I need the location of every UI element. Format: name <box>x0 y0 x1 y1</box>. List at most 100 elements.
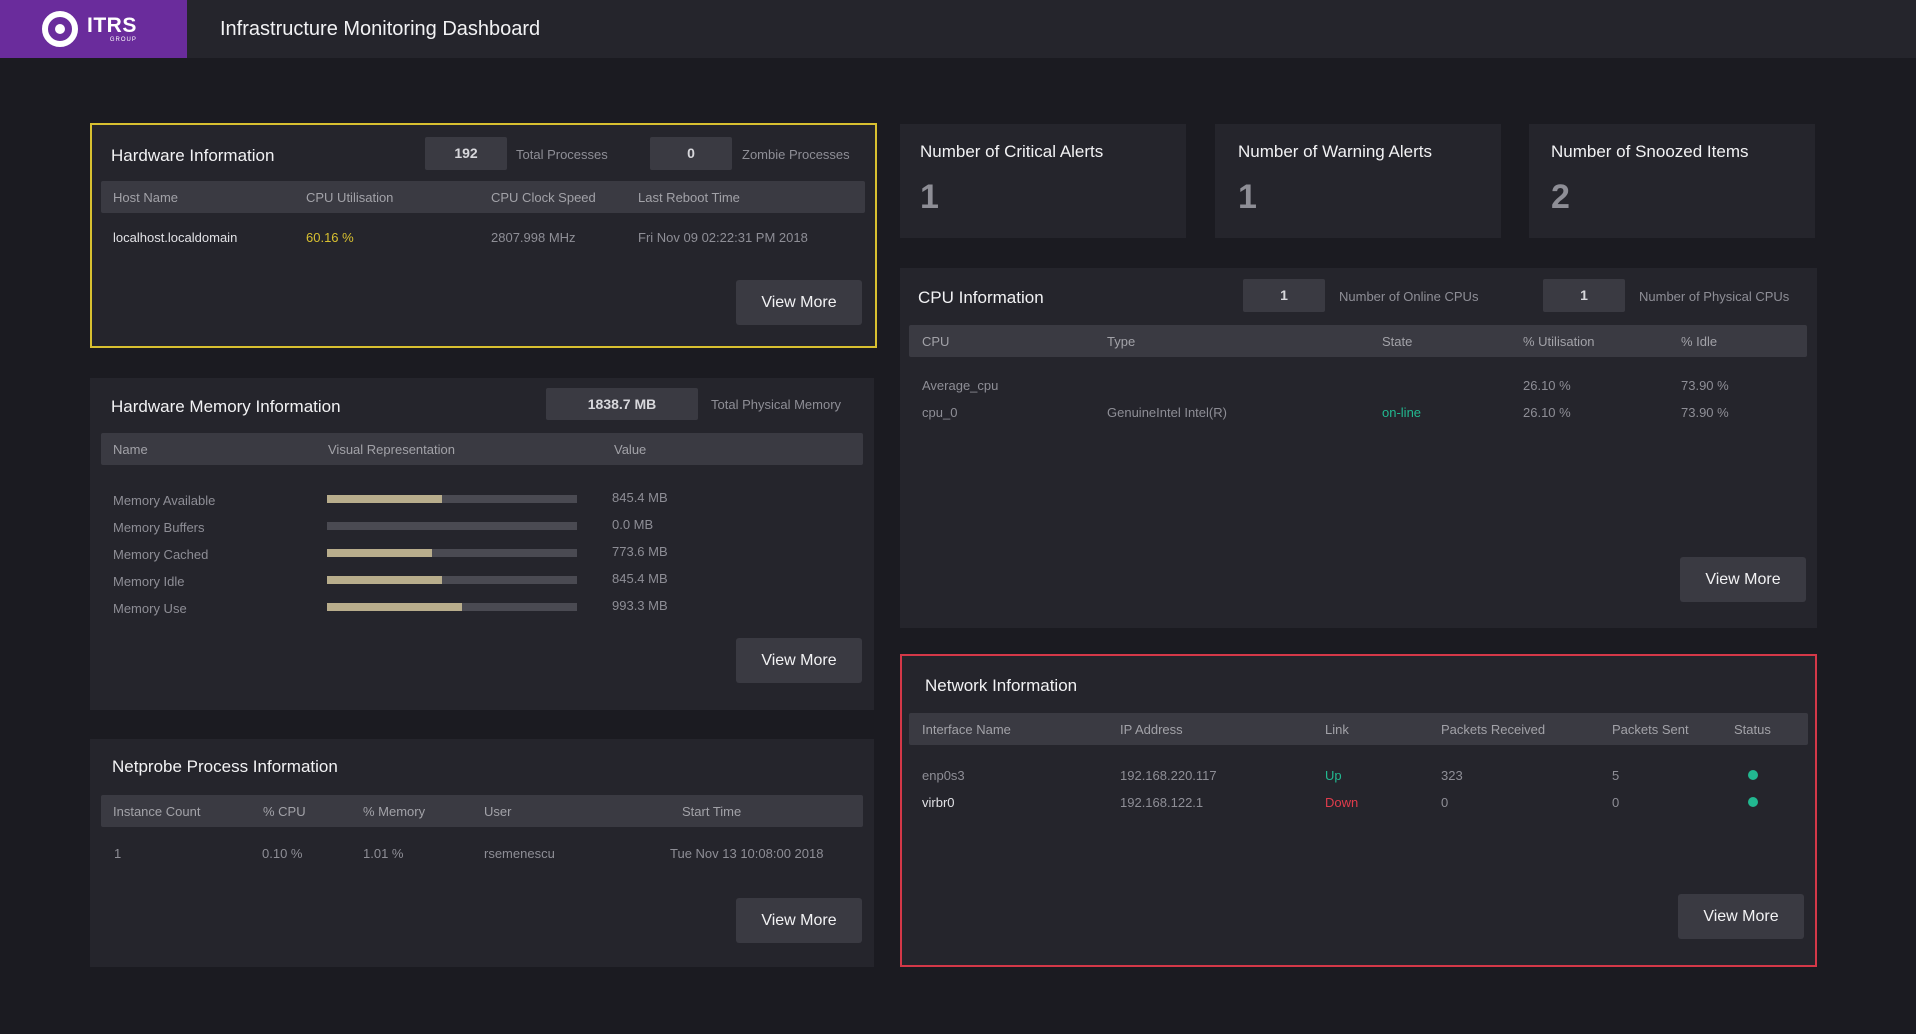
snoozed-items-card[interactable]: Number of Snoozed Items 2 <box>1529 124 1815 238</box>
col-idle: % Idle <box>1681 334 1718 349</box>
type-cell: GenuineIntel Intel(R) <box>1107 405 1227 420</box>
memory-bar <box>327 603 577 611</box>
table-header: Host Name CPU Utilisation CPU Clock Spee… <box>101 181 865 213</box>
panel-title: Hardware Information <box>111 146 275 165</box>
status-indicator-icon <box>1748 797 1758 807</box>
memory-name-cell: Memory Use <box>113 601 187 616</box>
logo-text: ITRS GROUP <box>87 15 137 43</box>
memory-name-cell: Memory Buffers <box>113 520 205 535</box>
network-view-more-button[interactable]: View More <box>1678 894 1804 939</box>
total-memory-label: Total Physical Memory <box>711 397 842 412</box>
memory-bar-fill <box>327 603 462 611</box>
col-visual: Visual Representation <box>328 442 455 457</box>
memory-value-cell: 845.4 MB <box>612 571 668 586</box>
memory-bar <box>327 576 577 584</box>
memory-bar <box>327 549 577 557</box>
snoozed-items-title: Number of Snoozed Items <box>1551 142 1749 161</box>
panel-title: Network Information <box>925 676 1078 695</box>
col-packets-sent: Packets Sent <box>1612 722 1689 737</box>
snoozed-items-count: 2 <box>1551 178 1570 216</box>
start-time-cell: Tue Nov 13 10:08:00 2018 <box>670 846 824 861</box>
physical-cpus-label: Number of Physical CPUs <box>1639 289 1790 304</box>
dashboard-title: Infrastructure Monitoring Dashboard <box>220 18 541 40</box>
logo-subtext: GROUP <box>109 37 137 43</box>
utilisation-cell: 26.10 % <box>1523 405 1571 420</box>
zombie-processes-label: Zombie Processes <box>742 147 850 162</box>
instance-count-cell: 1 <box>114 846 122 861</box>
interface-name-cell: virbr0 <box>922 795 955 810</box>
warning-alerts-card[interactable]: Number of Warning Alerts 1 <box>1215 124 1501 238</box>
status-indicator-icon <box>1748 770 1758 780</box>
link-cell: Up <box>1325 768 1342 783</box>
utilisation-cell: 26.10 % <box>1523 378 1571 393</box>
logo-name: ITRS <box>87 14 137 37</box>
total-memory-value: 1838.7 MB <box>546 388 698 420</box>
total-processes-value: 192 <box>425 137 507 170</box>
cpu-name-cell: Average_cpu <box>922 378 999 393</box>
warning-alerts-count: 1 <box>1238 178 1257 216</box>
memory-bar-fill <box>327 495 442 503</box>
zombie-processes-value: 0 <box>650 137 732 170</box>
itrs-logo[interactable]: ITRS GROUP <box>0 0 187 58</box>
cpu-clock-cell: 2807.998 MHz <box>491 230 576 245</box>
network-info-panel: Network Information Interface Name IP Ad… <box>900 654 1817 967</box>
memory-bar-fill <box>327 549 432 557</box>
table-header: Interface Name IP Address Link Packets R… <box>909 713 1808 745</box>
memory-cell: 1.01 % <box>363 846 404 861</box>
table-header: Instance Count % CPU % Memory User Start… <box>101 795 863 827</box>
col-utilisation: % Utilisation <box>1523 334 1595 349</box>
memory-info-panel: Hardware Memory Information 1838.7 MB To… <box>90 378 874 710</box>
memory-bar <box>327 522 577 530</box>
ip-address-cell: 192.168.122.1 <box>1120 795 1204 810</box>
col-link: Link <box>1325 722 1349 737</box>
col-last-reboot: Last Reboot Time <box>638 190 740 205</box>
memory-name-cell: Memory Available <box>113 493 216 508</box>
packets-sent-cell: 5 <box>1612 768 1620 783</box>
cpu-view-more-button[interactable]: View More <box>1680 557 1806 602</box>
itrs-logo-icon <box>42 11 78 47</box>
col-name: Name <box>113 442 148 457</box>
table-header: Name Visual Representation Value <box>101 433 863 465</box>
col-host-name: Host Name <box>113 190 179 205</box>
link-cell: Down <box>1325 795 1359 810</box>
col-memory: % Memory <box>363 804 426 819</box>
netprobe-view-more-button[interactable]: View More <box>736 898 862 943</box>
total-processes-label: Total Processes <box>516 147 608 162</box>
col-type: Type <box>1107 334 1136 349</box>
panel-title: CPU Information <box>918 288 1044 307</box>
hardware-info-panel: Hardware Information 192 Total Processes… <box>90 123 877 348</box>
col-value: Value <box>614 442 647 457</box>
memory-bar-fill <box>327 576 442 584</box>
memory-value-cell: 993.3 MB <box>612 598 668 613</box>
idle-cell: 73.90 % <box>1681 405 1729 420</box>
col-user: User <box>484 804 512 819</box>
netprobe-info-panel: Netprobe Process Information Instance Co… <box>90 739 874 967</box>
col-status: Status <box>1734 722 1771 737</box>
cpu-cell: 0.10 % <box>262 846 303 861</box>
memory-value-cell: 845.4 MB <box>612 490 668 505</box>
memory-view-more-button[interactable]: View More <box>736 638 862 683</box>
online-cpus-value: 1 <box>1243 279 1325 312</box>
col-cpu: % CPU <box>263 804 306 819</box>
col-ip-address: IP Address <box>1120 722 1183 737</box>
col-cpu: CPU <box>922 334 950 349</box>
idle-cell: 73.90 % <box>1681 378 1729 393</box>
memory-value-cell: 773.6 MB <box>612 544 668 559</box>
col-interface-name: Interface Name <box>922 722 1011 737</box>
critical-alerts-card[interactable]: Number of Critical Alerts 1 <box>900 124 1186 238</box>
col-cpu-utilisation: CPU Utilisation <box>306 190 394 205</box>
hardware-view-more-button[interactable]: View More <box>736 280 862 325</box>
cpu-utilisation-cell: 60.16 % <box>306 230 354 245</box>
panel-title: Hardware Memory Information <box>111 397 341 416</box>
state-cell: on-line <box>1382 405 1422 420</box>
cpu-info-panel: CPU Information 1 Number of Online CPUs … <box>900 268 1817 628</box>
critical-alerts-count: 1 <box>920 178 939 216</box>
memory-name-cell: Memory Cached <box>113 547 209 562</box>
last-reboot-cell: Fri Nov 09 02:22:31 PM 2018 <box>638 230 808 245</box>
top-bar: ITRS GROUP Infrastructure Monitoring Das… <box>0 0 1916 58</box>
packets-sent-cell: 0 <box>1612 795 1620 810</box>
host-name-cell: localhost.localdomain <box>113 230 238 245</box>
memory-value-cell: 0.0 MB <box>612 517 654 532</box>
col-cpu-clock-speed: CPU Clock Speed <box>491 190 596 205</box>
col-state: State <box>1382 334 1413 349</box>
